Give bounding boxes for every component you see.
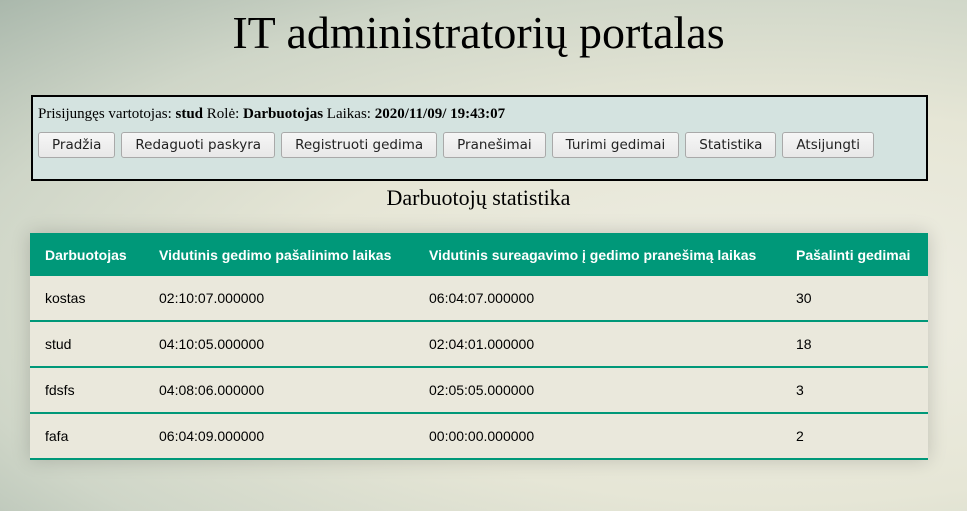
nav-button-current-faults[interactable]: Turimi gedimai	[551, 132, 680, 158]
table-row: kostas 02:10:07.000000 06:04:07.000000 3…	[30, 276, 928, 321]
cell-employee: fafa	[45, 428, 69, 444]
user-value: stud	[175, 106, 204, 122]
cell-fixed-count: 30	[796, 290, 812, 306]
cell-avg-fix-time: 04:08:06.000000	[159, 382, 265, 398]
nav-button-logout[interactable]: Atsijungti	[782, 132, 874, 158]
section-title: Darbuotojų statistika	[386, 185, 571, 210]
role-label: Rolė:	[206, 106, 240, 122]
nav-button-register-fault[interactable]: Registruoti gedima	[281, 132, 438, 158]
cell-fixed-count: 18	[796, 336, 812, 352]
table-row: fafa 06:04:09.000000 00:00:00.000000 2	[30, 413, 928, 459]
cell-fixed-count: 2	[796, 428, 804, 444]
cell-fixed-count: 3	[796, 382, 804, 398]
cell-avg-response-time: 02:04:01.000000	[429, 336, 535, 352]
user-label: Prisijungęs vartotojas:	[38, 106, 172, 122]
nav-bar: Pradžia Redaguoti paskyra Registruoti ge…	[38, 132, 874, 158]
cell-avg-response-time: 00:00:00.000000	[429, 428, 535, 444]
time-label: Laikas:	[326, 106, 371, 122]
column-header-fixed-count: Pašalinti gedimai	[796, 246, 911, 263]
cell-avg-response-time: 02:05:05.000000	[429, 382, 535, 398]
cell-avg-fix-time: 06:04:09.000000	[159, 428, 265, 444]
nav-button-pradzia[interactable]: Pradžia	[38, 132, 116, 158]
cell-employee: fdsfs	[45, 382, 75, 398]
page-title: IT administratorių portalas	[232, 7, 725, 58]
table-header-row: Darbuotojas Vidutinis gedimo pašalinimo …	[30, 233, 928, 276]
role-value: Darbuotojas	[243, 106, 324, 122]
table-row: stud 04:10:05.000000 02:04:01.000000 18	[30, 321, 928, 367]
cell-employee: kostas	[45, 290, 86, 306]
table-row: fdsfs 04:08:06.000000 02:05:05.000000 3	[30, 367, 928, 413]
nav-button-notifications[interactable]: Pranešimai	[443, 132, 546, 158]
column-header-avg-fix-time: Vidutinis gedimo pašalinimo laikas	[159, 246, 392, 263]
nav-button-statistics[interactable]: Statistika	[685, 132, 777, 158]
column-header-employee: Darbuotojas	[45, 246, 127, 263]
column-header-avg-response-time: Vidutinis sureagavimo į gedimo pranešimą…	[429, 246, 757, 263]
nav-button-edit-profile[interactable]: Redaguoti paskyra	[121, 132, 276, 158]
employee-stats-table: Darbuotojas Vidutinis gedimo pašalinimo …	[30, 233, 928, 460]
user-info-panel: Prisijungęs vartotojas: stud Rolė: Darbu…	[31, 95, 928, 181]
cell-employee: stud	[45, 336, 72, 352]
cell-avg-fix-time: 02:10:07.000000	[159, 290, 265, 306]
time-value: 2020/11/09/ 19:43:07	[374, 106, 506, 122]
cell-avg-fix-time: 04:10:05.000000	[159, 336, 265, 352]
user-info-line: Prisijungęs vartotojas: stud Rolė: Darbu…	[38, 105, 505, 123]
cell-avg-response-time: 06:04:07.000000	[429, 290, 535, 306]
